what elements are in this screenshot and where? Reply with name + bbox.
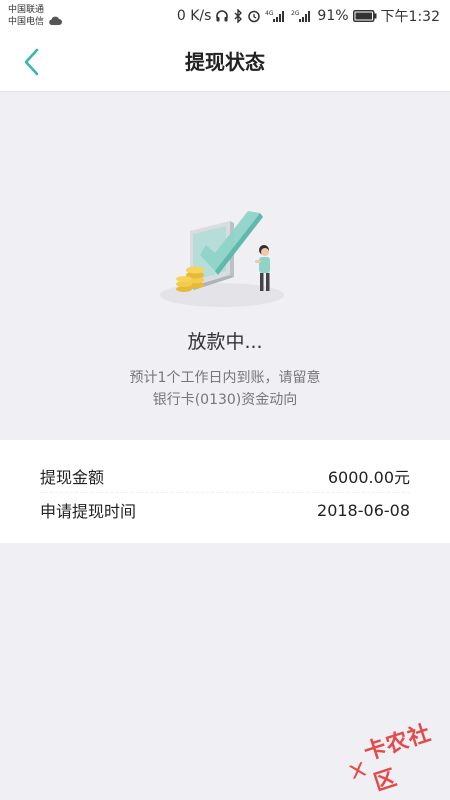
signal-2-icon: 2G xyxy=(291,9,313,23)
signal-1-icon: 4G xyxy=(265,9,287,23)
signal-1-tag: 4G xyxy=(265,10,274,17)
carrier-info: 中国联通 中国电信 xyxy=(8,4,63,28)
amount-label: 提现金额 xyxy=(40,467,105,487)
watermark: 卡农社区 xyxy=(339,714,450,800)
bluetooth-icon xyxy=(233,9,243,23)
battery-icon xyxy=(352,10,377,22)
withdraw-details-card: 提现金额 6000.00元 申请提现时间 2018-06-08 xyxy=(0,440,450,543)
status-indicators: 0 K/s 4G 2G 91% 下午1:32 xyxy=(177,6,440,26)
chevron-left-icon xyxy=(24,48,39,76)
battery-percent: 91% xyxy=(317,8,349,24)
headphone-icon xyxy=(215,9,229,23)
cloud-icon xyxy=(48,11,63,25)
status-desc-line-2: 银行卡(0130)资金动向 xyxy=(152,392,298,408)
clock: 下午1:32 xyxy=(380,9,440,25)
transfer-illustration xyxy=(160,211,284,307)
apply-time-row: 申请提现时间 2018-06-08 xyxy=(40,493,410,527)
app-header: 提现状态 xyxy=(0,32,450,92)
apply-time-label: 申请提现时间 xyxy=(40,502,137,521)
carrier-2: 中国电信 xyxy=(8,17,45,27)
carrier-1: 中国联通 xyxy=(8,5,45,15)
status-bar: 中国联通 中国电信 0 K/s 4G 2G 91% 下午1:32 xyxy=(0,0,450,32)
signal-2-tag: 2G xyxy=(291,10,300,17)
watermark-text: 卡农社区 xyxy=(361,720,435,797)
back-button[interactable] xyxy=(12,44,52,80)
amount-row: 提现金额 6000.00元 xyxy=(40,459,410,493)
alarm-icon xyxy=(247,9,261,23)
page-title: 提现状态 xyxy=(185,50,265,74)
withdraw-status-section: 放款中... 预计1个工作日内到账，请留意 银行卡(0130)资金动向 xyxy=(0,93,450,440)
net-speed: 0 K/s xyxy=(176,8,212,24)
status-desc-line-1: 预计1个工作日内到账，请留意 xyxy=(129,370,321,386)
amount-value: 6000.00元 xyxy=(327,467,410,487)
watermark-logo-icon xyxy=(348,761,367,780)
apply-time-value: 2018-06-08 xyxy=(317,500,410,520)
status-title: 放款中... xyxy=(187,331,263,353)
status-description: 预计1个工作日内到账，请留意 银行卡(0130)资金动向 xyxy=(0,367,450,411)
